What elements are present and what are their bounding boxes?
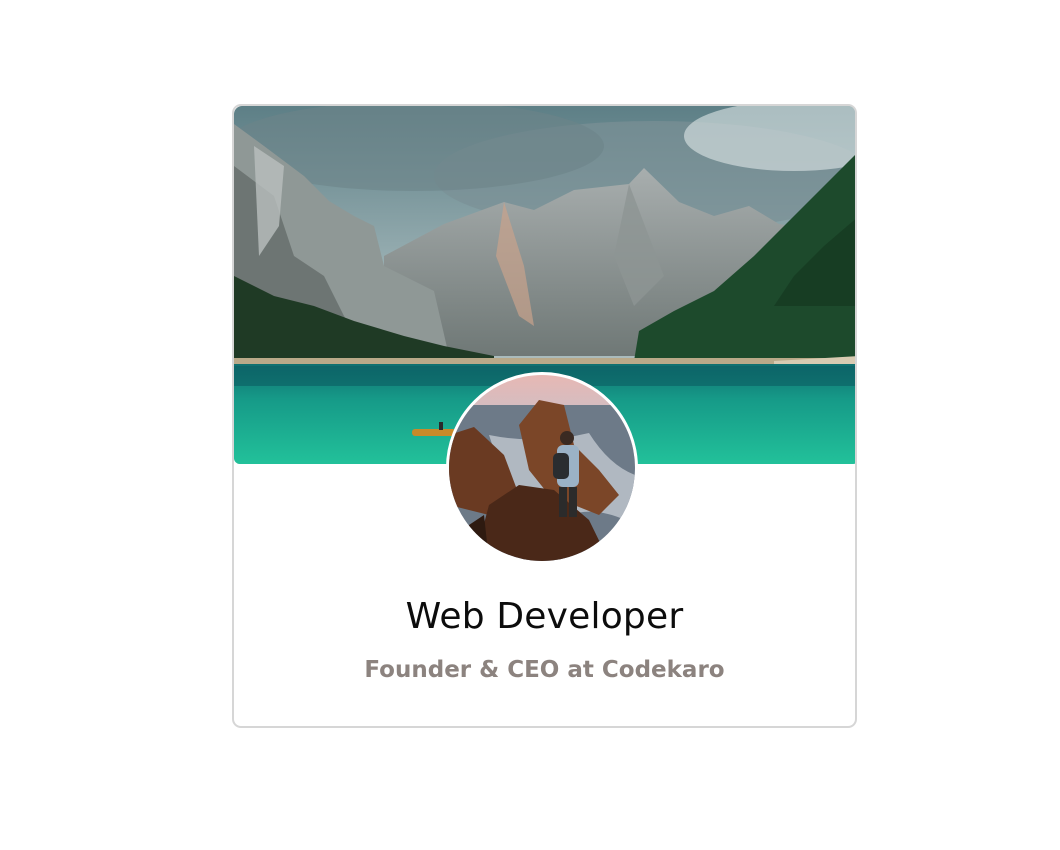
profile-name: Web Developer xyxy=(405,596,684,637)
profile-title: Founder & CEO at Codekaro xyxy=(364,657,725,683)
avatar xyxy=(446,372,638,564)
